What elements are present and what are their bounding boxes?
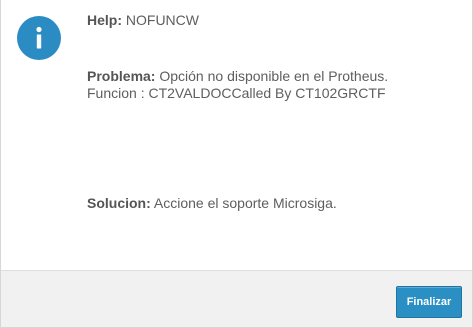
- funcion-line: Funcion : CT2VALDOCCalled By CT102GRCTF: [87, 85, 386, 101]
- dialog-footer: Finalizar: [1, 270, 472, 327]
- dialog-content: Help: NOFUNCW Problema: Opción no dispon…: [1, 0, 472, 270]
- problema-text: Opción no disponible en el Protheus.: [159, 68, 389, 84]
- help-line: Help: NOFUNCW: [87, 12, 199, 29]
- info-icon: [17, 16, 61, 60]
- help-dialog: Help: NOFUNCW Problema: Opción no dispon…: [0, 0, 473, 328]
- problema-block: Problema: Opción no disponible en el Pro…: [87, 68, 388, 102]
- solucion-text: Accione el soporte Microsiga.: [153, 195, 337, 211]
- help-label: Help:: [87, 12, 122, 28]
- help-value: NOFUNCW: [125, 12, 199, 28]
- problema-line-1: Problema: Opción no disponible en el Pro…: [87, 68, 388, 85]
- problema-label: Problema:: [87, 68, 156, 84]
- solucion-label: Solucion:: [87, 195, 151, 211]
- finalizar-button[interactable]: Finalizar: [396, 286, 462, 318]
- solucion-line: Solucion: Accione el soporte Microsiga.: [87, 195, 337, 212]
